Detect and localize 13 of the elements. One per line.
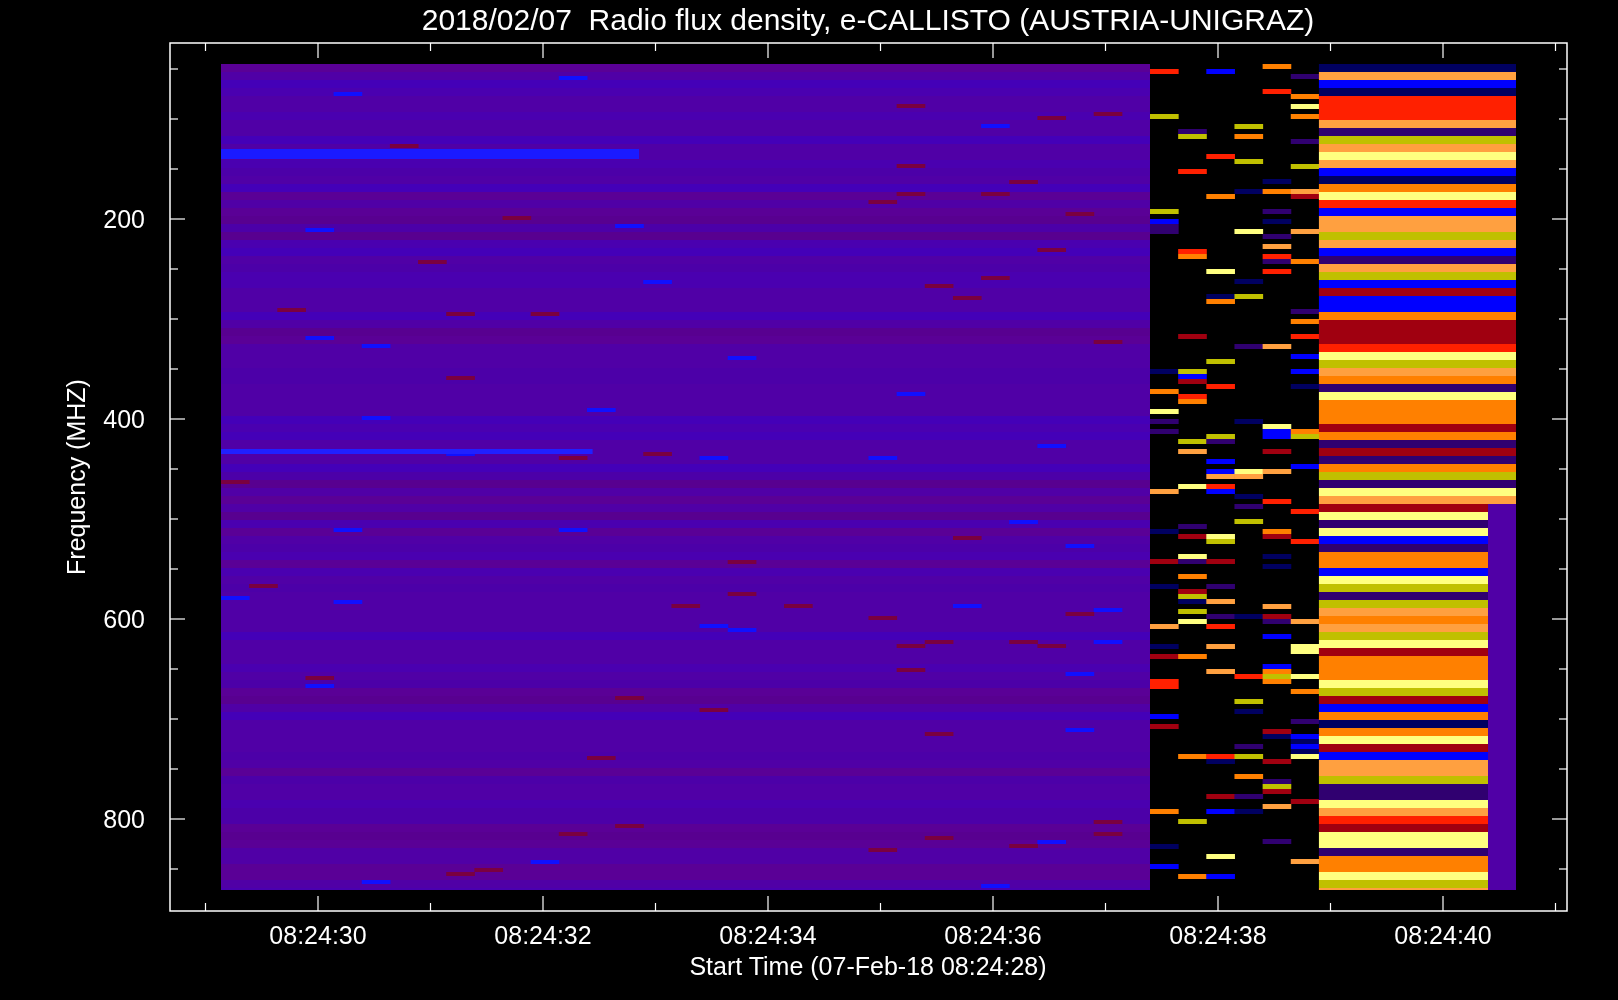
x-axis-label: Start Time (07-Feb-18 08:24:28) <box>689 952 1047 980</box>
x-tick-label: 08:24:30 <box>269 921 367 949</box>
x-tick-label: 08:24:32 <box>494 921 592 949</box>
x-tick-label: 08:24:36 <box>944 921 1042 949</box>
chart-title: 2018/02/07 Radio flux density, e-CALLISTO (AUSTRIA-UNIGRAZ) <box>421 3 1315 36</box>
y-axis-label: Frequency (MHZ) <box>62 379 90 575</box>
y-tick-label: 800 <box>103 805 145 833</box>
x-tick-label: 08:24:38 <box>1169 921 1267 949</box>
x-tick-label: 08:24:34 <box>719 921 817 949</box>
x-tick-label: 08:24:40 <box>1394 921 1492 949</box>
y-tick-label: 600 <box>103 605 145 633</box>
y-tick-label: 200 <box>103 205 145 233</box>
y-tick-label: 400 <box>103 405 145 433</box>
